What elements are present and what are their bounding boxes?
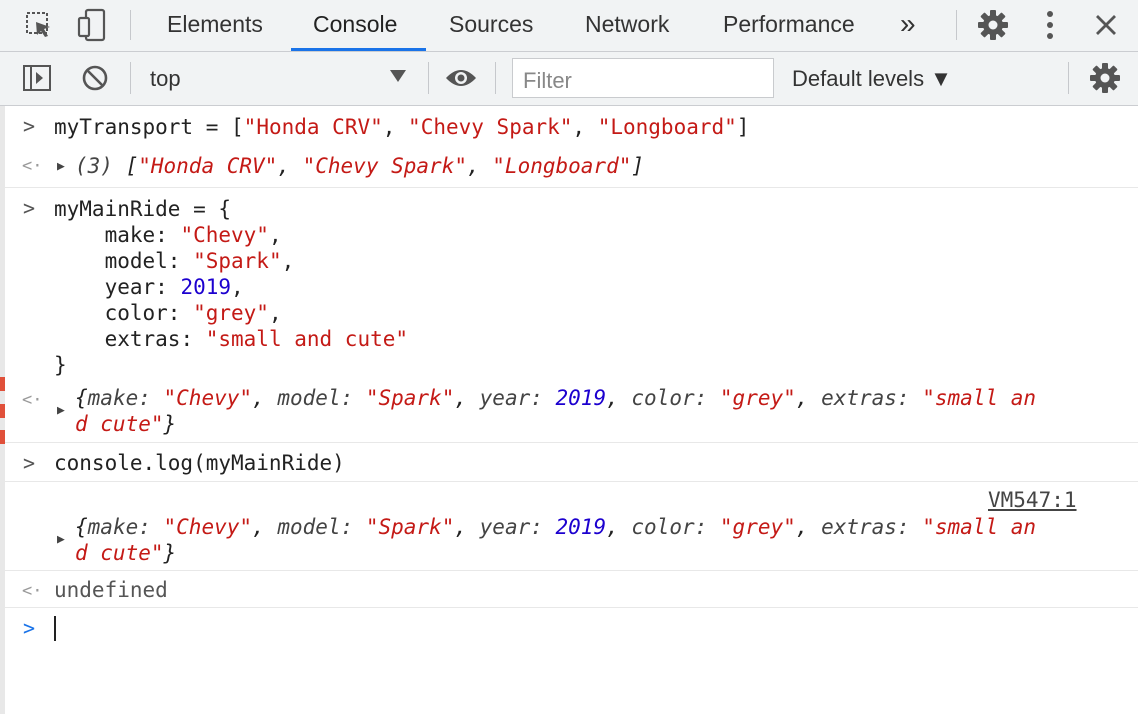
log-levels-dropdown[interactable]: Default levels ▼ [792, 66, 952, 92]
source-link[interactable]: VM547:1 [988, 488, 1077, 512]
array-output[interactable]: (3) ["Honda CRV", "Chevy Spark", "Longbo… [75, 153, 644, 179]
devtools-tab-bar: Elements Console Sources Network Perform… [0, 0, 1138, 52]
return-arrow-icon: <· [22, 581, 43, 601]
console-output-row: <· ▶ (3) ["Honda CRV", "Chevy Spark", "L… [5, 146, 1138, 188]
object-literal-line[interactable]: model: "Spark", [54, 248, 295, 274]
expand-triangle-icon[interactable]: ▶ [57, 403, 65, 418]
expand-triangle-icon[interactable]: ▶ [57, 159, 65, 174]
console-input-row: > myMainRide = { make: "Chevy", model: "… [5, 188, 1138, 378]
toolbar-divider [495, 62, 496, 94]
console-input-row: > myTransport = ["Honda CRV", "Chevy Spa… [5, 106, 1138, 146]
clear-console-icon[interactable] [78, 61, 112, 95]
object-output[interactable]: {make: "Chevy", model: "Spark", year: 20… [75, 385, 1036, 437]
device-toolbar-icon[interactable] [75, 8, 109, 42]
tab-performance[interactable]: Performance [723, 0, 855, 51]
tab-network[interactable]: Network [585, 0, 669, 51]
toolbar-divider [130, 10, 131, 40]
console-output-row: <· ▶ {make: "Chevy", model: "Spark", yea… [5, 378, 1138, 443]
console-settings-gear-icon[interactable] [1088, 61, 1122, 95]
toolbar-divider [428, 62, 429, 94]
input-code[interactable]: console.log(myMainRide) [54, 450, 345, 476]
expand-triangle-icon[interactable]: ▶ [57, 532, 65, 547]
tab-console[interactable]: Console [313, 0, 397, 51]
return-value: undefined [54, 578, 168, 602]
object-literal-line[interactable]: make: "Chevy", [54, 222, 282, 248]
input-prompt-chevron-icon: > [23, 114, 36, 138]
inspect-element-icon[interactable] [22, 8, 56, 42]
object-literal-line[interactable]: } [54, 352, 67, 378]
tab-elements[interactable]: Elements [167, 0, 263, 51]
object-literal-line[interactable]: year: 2019, [54, 274, 244, 300]
chevron-down-icon[interactable] [389, 69, 407, 88]
toolbar-divider [956, 10, 957, 40]
text-caret[interactable] [54, 616, 56, 641]
input-code[interactable]: myTransport = ["Honda CRV", "Chevy Spark… [54, 114, 749, 140]
console-log-row: VM547:1 ▶ {make: "Chevy", model: "Spark"… [5, 482, 1138, 571]
more-options-icon[interactable] [1033, 8, 1067, 42]
toolbar-divider [1068, 62, 1069, 94]
live-expression-eye-icon[interactable] [444, 66, 478, 95]
input-prompt-chevron-icon: > [23, 196, 36, 220]
console-input-row: > console.log(myMainRide) [5, 443, 1138, 482]
settings-gear-icon[interactable] [976, 8, 1010, 42]
filter-input[interactable]: Filter [512, 58, 774, 98]
console-output-row: <· undefined [5, 571, 1138, 608]
toolbar-divider [130, 62, 131, 94]
object-output[interactable]: {make: "Chevy", model: "Spark", year: 20… [75, 514, 1036, 566]
object-literal-line[interactable]: extras: "small and cute" [54, 326, 408, 352]
return-arrow-icon: <· [22, 156, 43, 176]
console-toolbar: top Filter Default levels ▼ [0, 52, 1138, 106]
context-selector[interactable]: top [150, 66, 181, 92]
return-arrow-icon: <· [22, 390, 43, 410]
active-prompt-chevron-icon: > [23, 616, 36, 640]
console-output: > myTransport = ["Honda CRV", "Chevy Spa… [5, 106, 1138, 714]
console-prompt-row[interactable]: > [5, 608, 1138, 714]
close-icon[interactable] [1089, 8, 1123, 42]
object-literal-line[interactable]: color: "grey", [54, 300, 282, 326]
active-tab-indicator [291, 48, 426, 51]
more-tabs-button[interactable]: » [900, 0, 916, 51]
tab-sources[interactable]: Sources [449, 0, 533, 51]
show-sidebar-icon[interactable] [20, 61, 54, 95]
input-prompt-chevron-icon: > [23, 451, 36, 475]
object-literal-line[interactable]: myMainRide = { [54, 196, 231, 222]
